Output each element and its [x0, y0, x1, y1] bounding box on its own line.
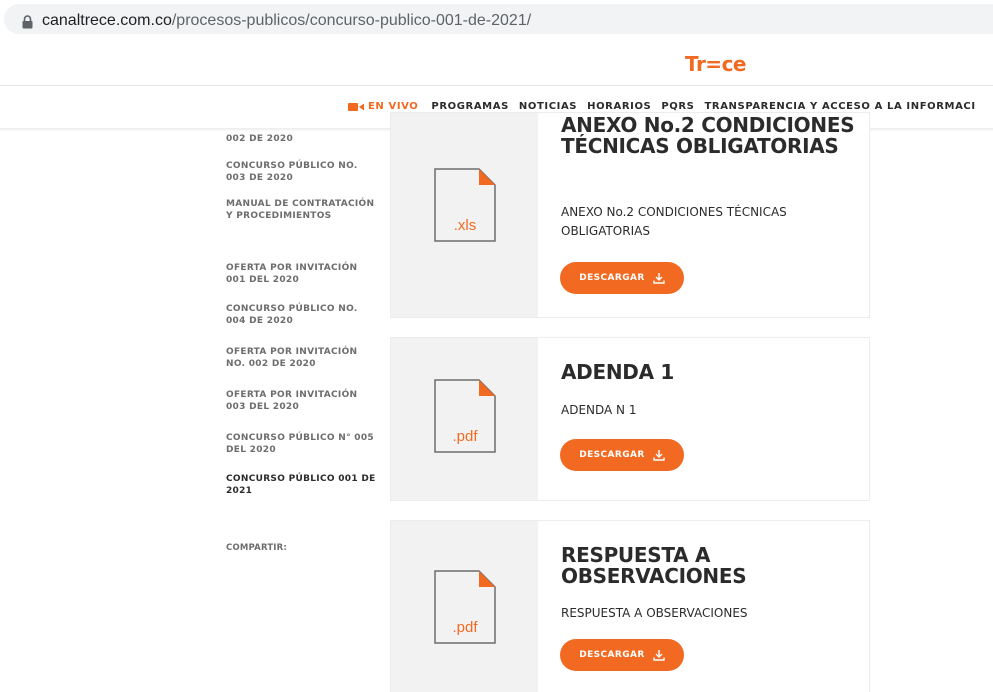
document-card: .pdf ADENDA 1 ADENDA N 1 DESCARGAR [390, 337, 870, 501]
lock-icon[interactable] [22, 15, 33, 29]
nav-item-programas[interactable]: PROGRAMAS [431, 101, 508, 112]
site-logo[interactable]: Tr=ce [685, 52, 747, 76]
nav-item-transparencia[interactable]: TRANSPARENCIA Y ACCESO A LA INFORMACI [704, 101, 975, 112]
nav-live-label: EN VIVO [368, 101, 419, 112]
nav-item-en-vivo[interactable]: EN VIVO [348, 101, 418, 112]
url-field[interactable]: canaltrece.com.co/procesos-publicos/conc… [4, 4, 993, 34]
download-button[interactable]: DESCARGAR [560, 262, 684, 294]
sidebar-item-002-2020[interactable]: 002 DE 2020 [226, 133, 376, 145]
url-text[interactable]: canaltrece.com.co/procesos-publicos/conc… [42, 12, 531, 30]
document-title: ADENDA 1 [561, 360, 675, 384]
document-card: .pdf RESPUESTA A OBSERVACIONES RESPUESTA… [390, 520, 870, 692]
document-thumbnail: .pdf [391, 338, 538, 500]
sidebar-item-oferta-003-2020[interactable]: OFERTA POR INVITACIÓN 003 DEL 2020 [226, 389, 376, 413]
sidebar-item-concurso-003-2020[interactable]: CONCURSO PÚBLICO NO. 003 DE 2020 [226, 160, 376, 184]
sidebar-item-concurso-005-2020[interactable]: CONCURSO PÚBLICO N° 005 DEL 2020 [226, 432, 376, 456]
download-icon [653, 273, 665, 284]
document-description: RESPUESTA A OBSERVACIONES [561, 606, 748, 620]
sidebar-item-concurso-004-2020[interactable]: CONCURSO PÚBLICO NO. 004 DE 2020 [226, 303, 376, 327]
document-thumbnail: .xls [391, 113, 538, 317]
download-icon [653, 450, 665, 461]
download-button-label: DESCARGAR [579, 450, 645, 460]
main-nav: EN VIVO PROGRAMAS NOTICIAS HORARIOS PQRS… [348, 101, 986, 112]
file-type-label: .xls [453, 217, 477, 234]
download-button[interactable]: DESCARGAR [560, 639, 684, 671]
sidebar-item-oferta-001-2020[interactable]: OFERTA POR INVITACIÓN 001 DEL 2020 [226, 262, 376, 286]
sidebar-item-manual-contratacion[interactable]: MANUAL DE CONTRATACIÓN Y PROCEDIMIENTOS [226, 198, 376, 222]
share-label: COMPARTIR: [226, 543, 288, 553]
download-button-label: DESCARGAR [579, 273, 645, 283]
document-title: ANEXO No.2 CONDICIONES TÉCNICAS OBLIGATO… [561, 113, 855, 158]
url-path: /procesos-publicos/concurso-publico-001-… [171, 12, 532, 29]
nav-item-noticias[interactable]: NOTICIAS [519, 101, 577, 112]
document-card: .xls ANEXO No.2 CONDICIONES TÉCNICAS OBL… [390, 112, 870, 318]
nav-item-horarios[interactable]: HORARIOS [587, 101, 651, 112]
download-button-label: DESCARGAR [579, 650, 645, 660]
video-camera-icon [348, 102, 364, 111]
url-host: canaltrece.com.co [42, 12, 172, 29]
file-type-label: .pdf [452, 428, 478, 445]
document-description: ADENDA N 1 [561, 403, 637, 417]
browser-address-bar: canaltrece.com.co/procesos-publicos/conc… [0, 0, 993, 38]
sidebar-item-oferta-002-2020[interactable]: OFERTA POR INVITACIÓN NO. 002 DE 2020 [226, 346, 376, 370]
nav-item-pqrs[interactable]: PQRS [661, 101, 694, 112]
download-icon [653, 650, 665, 661]
document-title: RESPUESTA A OBSERVACIONES [561, 543, 747, 588]
sidebar-item-concurso-001-2021[interactable]: CONCURSO PÚBLICO 001 DE 2021 [226, 473, 376, 497]
download-button[interactable]: DESCARGAR [560, 439, 684, 471]
header-divider [0, 85, 993, 86]
file-type-label: .pdf [452, 619, 478, 636]
document-description: ANEXO No.2 CONDICIONES TÉCNICAS OBLIGATO… [561, 205, 787, 238]
document-thumbnail: .pdf [391, 521, 538, 692]
